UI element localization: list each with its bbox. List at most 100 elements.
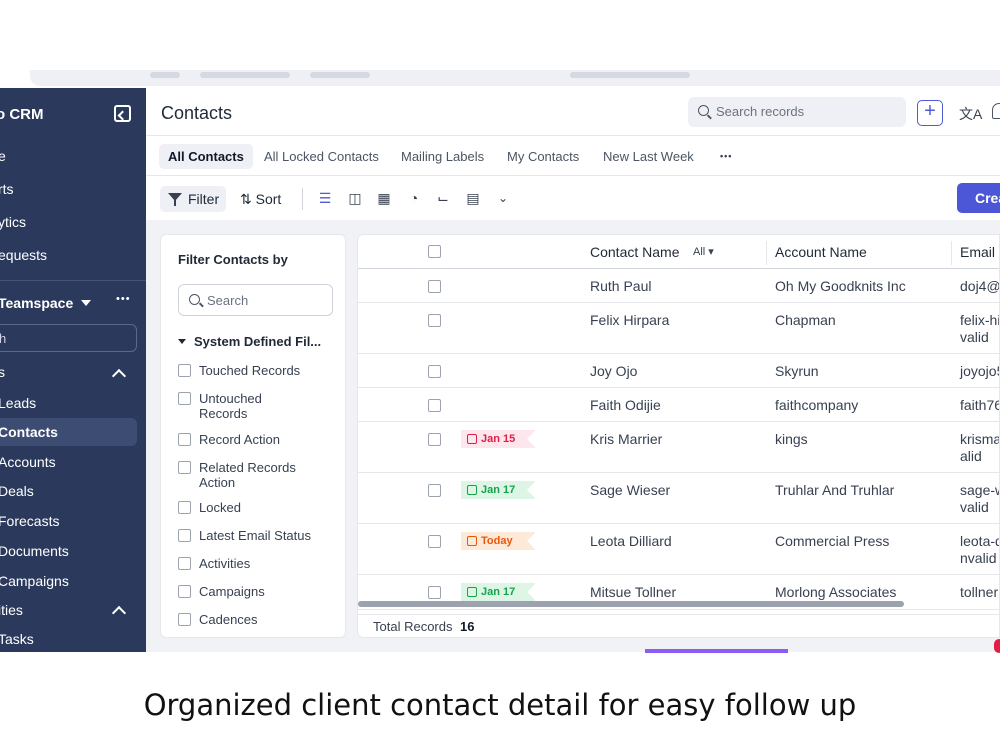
filter-option[interactable]: Touched Records (178, 363, 338, 378)
table-row[interactable]: Today Leota Dilliard Commercial Press leota… (358, 524, 1000, 575)
sidebar-item-accounts[interactable]: Accounts (0, 454, 56, 470)
contact-name-link[interactable]: Joy Ojo (590, 363, 637, 379)
follow-up-date-tag[interactable]: Jan 15 (461, 430, 536, 448)
tab-all-locked-contacts[interactable]: All Locked Contacts (255, 144, 388, 169)
collapse-sidebar-icon[interactable] (114, 105, 131, 122)
checkbox[interactable] (178, 433, 191, 446)
sidebar-section-activities[interactable]: ities (0, 602, 23, 618)
filter-button[interactable]: Filter (160, 186, 226, 212)
system-defined-filters-toggle[interactable]: System Defined Fil... (178, 334, 321, 349)
contact-name-link[interactable]: Mitsue Tollner (590, 584, 676, 600)
table-row[interactable]: Jan 15 Kris Marrier kings krisma alid (358, 422, 999, 473)
follow-up-date-tag[interactable]: Jan 17 (461, 481, 536, 499)
checkbox[interactable] (178, 501, 191, 514)
toolbar-divider (302, 188, 303, 210)
more-tabs-icon[interactable]: ••• (720, 151, 732, 161)
contact-name-link[interactable]: Sage Wieser (590, 482, 670, 498)
sidebar-item-campaigns[interactable]: Campaigns (0, 573, 69, 589)
table-row[interactable]: Faith Odijie faithcompany faith76 (358, 388, 999, 422)
sidebar-search-input[interactable]: h (0, 324, 137, 352)
timeline-view-icon[interactable]: ⌙ (435, 190, 451, 206)
contact-name-link[interactable]: Faith Odijie (590, 397, 661, 413)
row-checkbox[interactable] (428, 586, 441, 599)
horizontal-scrollbar[interactable] (358, 601, 904, 607)
list-view-icon[interactable]: ☰ (317, 190, 333, 206)
row-checkbox[interactable] (428, 399, 441, 412)
sidebar-item-requests[interactable]: equests (0, 247, 47, 263)
filter-option[interactable]: Related Records Action (178, 460, 338, 490)
tab-all-contacts[interactable]: All Contacts (159, 144, 253, 169)
chevron-up-icon[interactable] (111, 605, 127, 621)
sidebar-item-home[interactable]: e (0, 148, 6, 164)
tab-mailing-labels[interactable]: Mailing Labels (392, 144, 493, 169)
sidebar-item-reports[interactable]: rts (0, 181, 14, 197)
filter-option[interactable]: Untouched Records (178, 391, 338, 421)
contact-name-link[interactable]: Ruth Paul (590, 278, 651, 294)
contact-name-link[interactable]: Kris Marrier (590, 431, 662, 447)
notifications-bell-icon[interactable] (992, 103, 1000, 119)
filter-option[interactable]: Activities (178, 556, 338, 571)
table-row[interactable]: Joy Ojo Skyrun joyojo5 (358, 354, 999, 388)
row-checkbox[interactable] (428, 314, 441, 327)
contact-name-filter-dropdown[interactable]: All ▾ (693, 245, 714, 258)
checkbox[interactable] (178, 529, 191, 542)
checkbox[interactable] (178, 613, 191, 626)
filter-option-label: Touched Records (199, 363, 301, 378)
checkbox[interactable] (178, 461, 191, 474)
filter-option[interactable]: Campaigns (178, 584, 338, 599)
filter-option[interactable]: Cadences (178, 612, 338, 627)
checkbox[interactable] (178, 392, 191, 405)
row-checkbox[interactable] (428, 484, 441, 497)
more-options-icon[interactable]: ••• (116, 293, 131, 305)
email-cell: felix-hi (960, 312, 1000, 328)
row-checkbox[interactable] (428, 433, 441, 446)
sidebar-item-documents[interactable]: Documents (0, 543, 69, 559)
table-row[interactable]: Jan 17 Sage Wieser Truhlar And Truhlar sage… (358, 473, 999, 524)
sidebar-item-contacts[interactable]: Contacts (0, 424, 58, 440)
translate-icon[interactable]: 文A (959, 104, 982, 124)
sidebar-item-deals[interactable]: Deals (0, 483, 34, 499)
sidebar-item-forecasts[interactable]: Forecasts (0, 513, 59, 529)
filter-option[interactable]: Locked (178, 500, 338, 515)
follow-up-date-tag[interactable]: Jan 17 (461, 583, 536, 601)
search-records-input[interactable]: Search records (688, 97, 906, 127)
chart-view-icon[interactable]: ◔ (406, 190, 422, 206)
checkbox[interactable] (178, 364, 191, 377)
tab-new-last-week[interactable]: New Last Week (594, 144, 703, 169)
table-row[interactable]: Ruth Paul Oh My Goodknits Inc doj4@ (358, 269, 1000, 303)
contact-name-link[interactable]: Felix Hirpara (590, 312, 669, 328)
teamspace-selector[interactable]: Teamspace (0, 295, 73, 311)
follow-up-date-tag[interactable]: Today (461, 532, 536, 550)
add-record-button[interactable]: + (917, 100, 943, 126)
sidebar-item-tasks[interactable]: Tasks (0, 631, 34, 647)
sidebar-item-leads[interactable]: Leads (0, 395, 36, 411)
contact-name-link[interactable]: Leota Dilliard (590, 533, 672, 549)
checkbox[interactable] (178, 557, 191, 570)
email-cell: leota-d (960, 533, 1000, 549)
teamspace-dropdown-icon[interactable] (81, 300, 91, 306)
row-checkbox[interactable] (428, 365, 441, 378)
sort-button[interactable]: ⇅ Sort (240, 191, 281, 208)
row-checkbox[interactable] (428, 280, 441, 293)
chevron-down-icon[interactable]: ⌄ (495, 190, 511, 206)
filter-option[interactable]: Record Action (178, 432, 338, 447)
chevron-up-icon[interactable] (111, 368, 127, 384)
filter-search-input[interactable]: Search (178, 284, 333, 316)
sidebar-section-modules[interactable]: s (0, 364, 5, 380)
select-all-checkbox[interactable] (428, 245, 441, 258)
filter-option[interactable]: Latest Email Status (178, 528, 338, 543)
email-status-cell: valid (960, 499, 989, 515)
table-row[interactable]: Felix Hirpara Chapman felix-hi valid (358, 303, 1000, 354)
column-contact-name[interactable]: Contact Name (590, 244, 679, 260)
tab-my-contacts[interactable]: My Contacts (498, 144, 588, 169)
kanban-view-icon[interactable]: ◫ (347, 190, 363, 206)
create-contact-button[interactable]: Crea (957, 183, 1000, 213)
checkbox[interactable] (178, 585, 191, 598)
email-cell: doj4@ (960, 278, 1000, 294)
row-checkbox[interactable] (428, 535, 441, 548)
column-account-name[interactable]: Account Name (775, 244, 867, 260)
sheet-view-icon[interactable]: ▤ (465, 190, 481, 206)
table-view-icon[interactable]: ▦ (376, 190, 392, 206)
sidebar-item-analytics[interactable]: ytics (0, 214, 26, 230)
column-email[interactable]: Email (960, 244, 995, 260)
